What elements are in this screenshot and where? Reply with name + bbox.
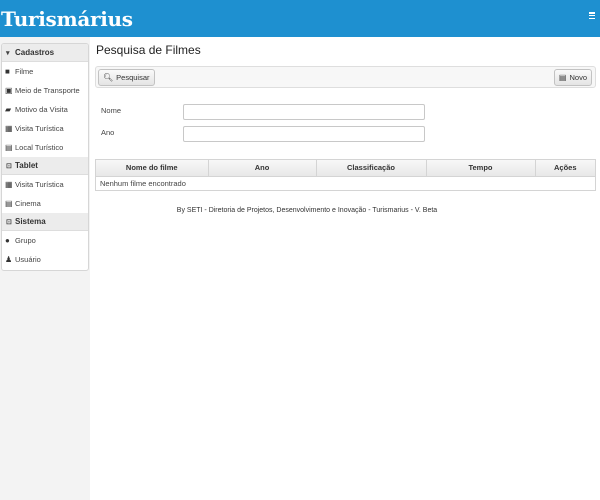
sidebar-item-visita-turistica[interactable]: ▦ Visita Turística bbox=[2, 119, 88, 138]
page-title: Pesquisa de Filmes bbox=[96, 43, 201, 57]
sidebar-section-title: Sistema bbox=[15, 217, 46, 226]
year-input[interactable] bbox=[183, 126, 425, 142]
sidebar-item-label: Filme bbox=[15, 67, 34, 76]
video-camera-icon: ■ bbox=[5, 67, 10, 76]
list-icon: ▤ bbox=[5, 143, 13, 152]
search-button[interactable]: 🔍︎ Pesquisar bbox=[98, 69, 155, 86]
book-icon: ▰ bbox=[5, 105, 12, 114]
sidebar-section-tablet[interactable]: ⊡ Tablet bbox=[2, 157, 88, 175]
toolbar: 🔍︎ Pesquisar ▤ Novo bbox=[95, 66, 596, 88]
bus-icon: ▣ bbox=[5, 86, 13, 95]
column-header-classificacao[interactable]: Classificação bbox=[316, 160, 427, 177]
column-header-tempo[interactable]: Tempo bbox=[426, 160, 536, 177]
list-icon: ▤ bbox=[558, 73, 567, 82]
table-header-row: Nome do filme Ano Classificação Tempo Aç… bbox=[96, 160, 595, 177]
share-box-icon: ⊡ bbox=[6, 218, 12, 226]
sidebar-item-filme[interactable]: ■ Filme bbox=[2, 62, 88, 81]
sidebar-item-meio-de-transporte[interactable]: ▣ Meio de Transporte bbox=[2, 81, 88, 100]
sidebar-item-label: Visita Turística bbox=[15, 180, 64, 189]
user-icon: ♟ bbox=[5, 255, 13, 264]
new-button[interactable]: ▤ Novo bbox=[553, 69, 592, 86]
year-label: Ano bbox=[101, 128, 115, 137]
name-input[interactable] bbox=[183, 104, 425, 120]
search-icon: 🔍︎ bbox=[103, 73, 114, 82]
sidebar-section-cadastros[interactable]: ▾ Cadastros bbox=[2, 44, 88, 62]
sidebar-item-label: Meio de Transporte bbox=[15, 86, 80, 95]
new-button-label: Novo bbox=[569, 73, 587, 82]
column-header-ano[interactable]: Ano bbox=[208, 160, 317, 177]
menu-icon[interactable] bbox=[589, 12, 595, 19]
footer-text: By SETI - Diretoria de Projetos, Desenvo… bbox=[176, 207, 438, 214]
column-header-acoes: Ações bbox=[535, 160, 595, 177]
group-icon: ● bbox=[5, 236, 10, 245]
sidebar: ▾ Cadastros ■ Filme ▣ Meio de Transporte… bbox=[1, 43, 89, 271]
sidebar-item-label: Local Turístico bbox=[15, 143, 64, 152]
sidebar-item-usuario[interactable]: ♟ Usuário bbox=[2, 250, 88, 269]
sidebar-item-label: Usuário bbox=[15, 255, 41, 264]
table-row: Nenhum filme encontrado bbox=[96, 176, 595, 191]
search-button-label: Pesquisar bbox=[116, 73, 150, 82]
sidebar-item-local-turistico[interactable]: ▤ Local Turístico bbox=[2, 138, 88, 157]
sidebar-item-label: Visita Turística bbox=[15, 124, 64, 133]
sidebar-item-label: Motivo da Visita bbox=[15, 105, 68, 114]
sidebar-item-grupo[interactable]: ● Grupo bbox=[2, 231, 88, 250]
sidebar-section-title: Tablet bbox=[15, 161, 38, 170]
sidebar-item-motivo-da-visita[interactable]: ▰ Motivo da Visita bbox=[2, 100, 88, 119]
app-brand[interactable]: Turismárius bbox=[1, 7, 133, 31]
caret-down-icon: ▾ bbox=[6, 49, 10, 57]
column-header-nome-do-filme[interactable]: Nome do filme bbox=[96, 160, 209, 177]
share-box-icon: ⊡ bbox=[6, 162, 12, 170]
top-navbar: Turismárius bbox=[0, 0, 600, 37]
calendar-icon: ▦ bbox=[5, 180, 13, 189]
sidebar-section-sistema[interactable]: ⊡ Sistema bbox=[2, 213, 88, 231]
sidebar-item-label: Grupo bbox=[15, 236, 36, 245]
sidebar-section-title: Cadastros bbox=[15, 48, 55, 57]
name-label: Nome bbox=[101, 106, 122, 115]
empty-message: Nenhum filme encontrado bbox=[100, 179, 186, 189]
results-table: Nome do filme Ano Classificação Tempo Aç… bbox=[95, 159, 596, 191]
calendar-icon: ▦ bbox=[5, 124, 13, 133]
sidebar-item-tablet-visita-turistica[interactable]: ▦ Visita Turística bbox=[2, 175, 88, 194]
